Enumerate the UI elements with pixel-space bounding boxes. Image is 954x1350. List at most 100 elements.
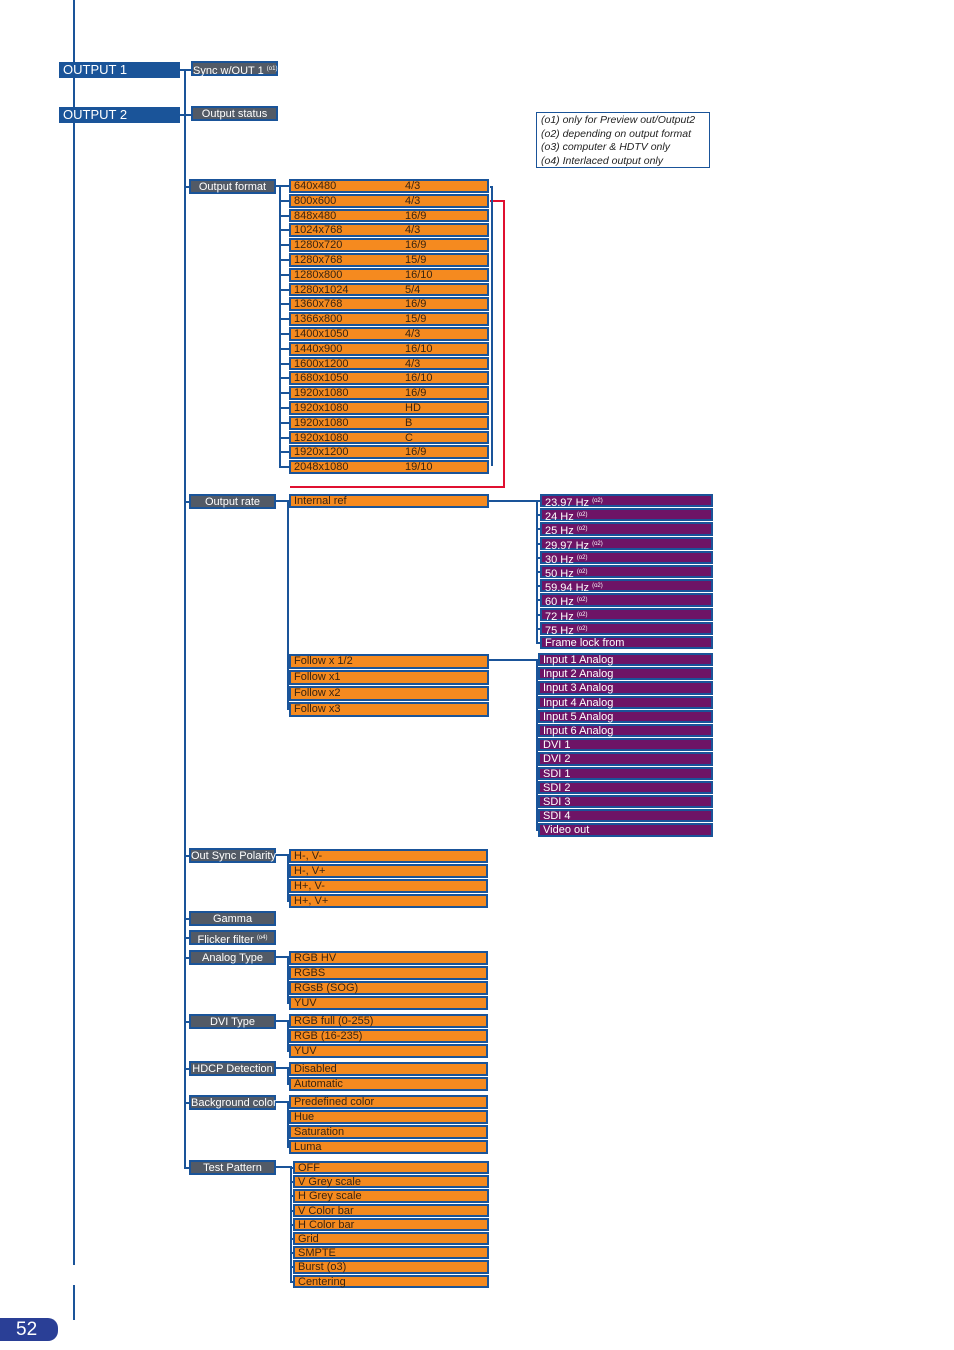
format-item[interactable]: 1024x768 4/3 <box>289 223 489 238</box>
margin-rule <box>73 1285 75 1320</box>
format-item[interactable]: 1360x768 16/9 <box>289 297 489 312</box>
source-item[interactable]: SDI 4 <box>538 809 713 823</box>
menu-out-sync-polarity[interactable]: Out Sync Polarity <box>189 848 276 863</box>
output-2[interactable]: OUTPUT 2 <box>59 107 180 123</box>
menu-output-status[interactable]: Output status <box>191 106 278 121</box>
tree-connector <box>184 69 190 71</box>
analog-type-item[interactable]: YUV <box>289 996 488 1010</box>
follow-item[interactable]: Follow x2 <box>289 686 489 701</box>
dvi-type-item[interactable]: RGB (16-235) <box>289 1029 488 1043</box>
tree-connector <box>279 377 289 380</box>
rate-item[interactable]: 25 Hz (o2) <box>540 522 713 537</box>
format-item[interactable]: 1920x1080 B <box>289 415 489 430</box>
source-item[interactable]: Input 6 Analog <box>538 724 713 738</box>
format-item[interactable]: 1440x900 16/10 <box>289 341 489 356</box>
rate-item[interactable]: 30 Hz (o2) <box>540 550 713 565</box>
format-item[interactable]: 1366x800 15/9 <box>289 312 489 326</box>
rate-item[interactable]: 50 Hz (o2) <box>540 565 713 580</box>
format-item[interactable]: 1920x1200 16/9 <box>289 445 489 460</box>
format-item[interactable]: 1280x720 16/9 <box>289 238 489 252</box>
test-pattern-item[interactable]: V Color bar <box>293 1203 489 1217</box>
test-pattern-item[interactable]: Grid <box>293 1232 489 1246</box>
source-item[interactable]: DVI 1 <box>538 738 713 752</box>
source-item[interactable]: Input 5 Analog <box>538 709 713 723</box>
format-item[interactable]: 1920x1080 C <box>289 430 489 445</box>
rate-item[interactable]: 24 Hz (o2) <box>540 508 713 523</box>
format-item[interactable]: 848x480 16/9 <box>289 208 489 223</box>
rate-item[interactable]: Frame lock from <box>540 636 713 650</box>
source-item[interactable]: Input 3 Analog <box>538 681 713 695</box>
rate-item[interactable]: 29.97 Hz (o2) <box>540 536 713 551</box>
format-item[interactable]: 800x600 4/3 <box>289 193 489 208</box>
polarity-item[interactable]: H+, V- <box>289 879 488 893</box>
format-item[interactable]: 1280x800 16/10 <box>289 267 489 282</box>
background-item[interactable]: Predefined color <box>289 1095 488 1109</box>
test-pattern-item[interactable]: OFF <box>293 1161 489 1175</box>
rate-item[interactable]: 75 Hz (o2) <box>540 621 713 636</box>
polarity-item[interactable]: H-, V+ <box>289 864 488 878</box>
menu-output-rate[interactable]: Output rate <box>189 494 276 509</box>
manual-page: OUTPUT 1 OUTPUT 2 Sync w/OUT 1 (o1) Outp… <box>0 0 954 1350</box>
format-item[interactable]: 1680x1050 16/10 <box>289 371 489 386</box>
menu-gamma[interactable]: Gamma <box>189 911 276 926</box>
menu-output-format[interactable]: Output format <box>189 179 276 194</box>
menu-analog-type[interactable]: Analog Type <box>189 950 276 965</box>
test-pattern-item[interactable]: H Grey scale <box>293 1189 489 1203</box>
rate-item[interactable]: 60 Hz (o2) <box>540 593 713 608</box>
background-item[interactable]: Saturation <box>289 1125 488 1139</box>
test-pattern-item[interactable]: Burst (o3) <box>293 1260 489 1274</box>
format-item[interactable]: 1280x768 15/9 <box>289 253 489 267</box>
menu-flicker-filter[interactable]: Flicker filter (o4) <box>189 930 276 946</box>
menu-background-color[interactable]: Background color <box>189 1095 277 1110</box>
source-item[interactable]: SDI 2 <box>538 780 713 794</box>
follow-item[interactable]: Follow x3 <box>289 702 489 717</box>
tree-connector <box>184 501 190 503</box>
follow-item[interactable]: Follow x1 <box>289 670 489 685</box>
rate-label: 72 Hz <box>545 610 574 623</box>
test-pattern-item[interactable]: Centering <box>293 1274 489 1288</box>
menu-dvi-type[interactable]: DVI Type <box>189 1014 276 1029</box>
analog-type-item[interactable]: RGBS <box>289 966 488 980</box>
polarity-item[interactable]: H-, V- <box>289 849 488 863</box>
format-item[interactable]: 1280x1024 5/4 <box>289 282 489 297</box>
analog-type-item[interactable]: RGsB (SOG) <box>289 981 488 995</box>
format-item[interactable]: 2048x1080 19/10 <box>289 460 489 474</box>
dvi-type-item[interactable]: RGB full (0-255) <box>289 1014 488 1028</box>
background-item[interactable]: Hue <box>289 1110 488 1124</box>
background-item[interactable]: Luma <box>289 1140 488 1154</box>
source-item[interactable]: DVI 2 <box>538 752 713 766</box>
format-item[interactable]: 640x480 4/3 <box>289 179 489 193</box>
source-item[interactable]: Input 2 Analog <box>538 667 713 681</box>
format-item[interactable]: 1600x1200 4/3 <box>289 356 489 371</box>
polarity-item[interactable]: H+, V+ <box>289 894 488 908</box>
test-pattern-item[interactable]: H Color bar <box>293 1217 489 1231</box>
aspect-ratio: 4/3 <box>405 180 421 192</box>
format-item[interactable]: 1920x1080 HD <box>289 401 489 415</box>
rate-item[interactable]: 72 Hz (o2) <box>540 607 713 623</box>
source-item[interactable]: SDI 1 <box>538 766 713 780</box>
menu-sync[interactable]: Sync w/OUT 1 (o1) <box>191 61 278 77</box>
internal-ref[interactable]: Internal ref <box>289 494 489 508</box>
rate-item[interactable]: 23.97 Hz (o2) <box>540 494 713 509</box>
tree-connector <box>279 451 289 454</box>
source-item[interactable]: SDI 3 <box>538 795 713 809</box>
menu-test-pattern[interactable]: Test Pattern <box>189 1160 276 1175</box>
menu-hdcp-detection[interactable]: HDCP Detection <box>189 1061 276 1076</box>
output-1[interactable]: OUTPUT 1 <box>59 62 180 78</box>
test-pattern-item[interactable]: V Grey scale <box>293 1175 489 1189</box>
dvi-type-item[interactable]: YUV <box>289 1044 488 1058</box>
tree-connector <box>276 1101 287 1103</box>
test-pattern-item[interactable]: SMPTE <box>293 1246 489 1260</box>
analog-type-item[interactable]: RGB HV <box>289 951 488 965</box>
hdcp-item[interactable]: Disabled <box>289 1062 488 1076</box>
format-item[interactable]: 1400x1050 4/3 <box>289 327 489 341</box>
rate-item[interactable]: 59.94 Hz (o2) <box>540 579 713 594</box>
format-item[interactable]: 1920x1080 16/9 <box>289 386 489 400</box>
source-item[interactable]: Input 4 Analog <box>538 695 713 709</box>
resolution: 1280x720 <box>294 239 343 252</box>
follow-item[interactable]: Follow x 1/2 <box>289 654 489 669</box>
source-item[interactable]: Video out <box>538 823 713 837</box>
source-item[interactable]: Input 1 Analog <box>538 653 713 667</box>
hdcp-item[interactable]: Automatic <box>289 1077 488 1091</box>
resolution: 1920x1080 <box>294 402 349 414</box>
